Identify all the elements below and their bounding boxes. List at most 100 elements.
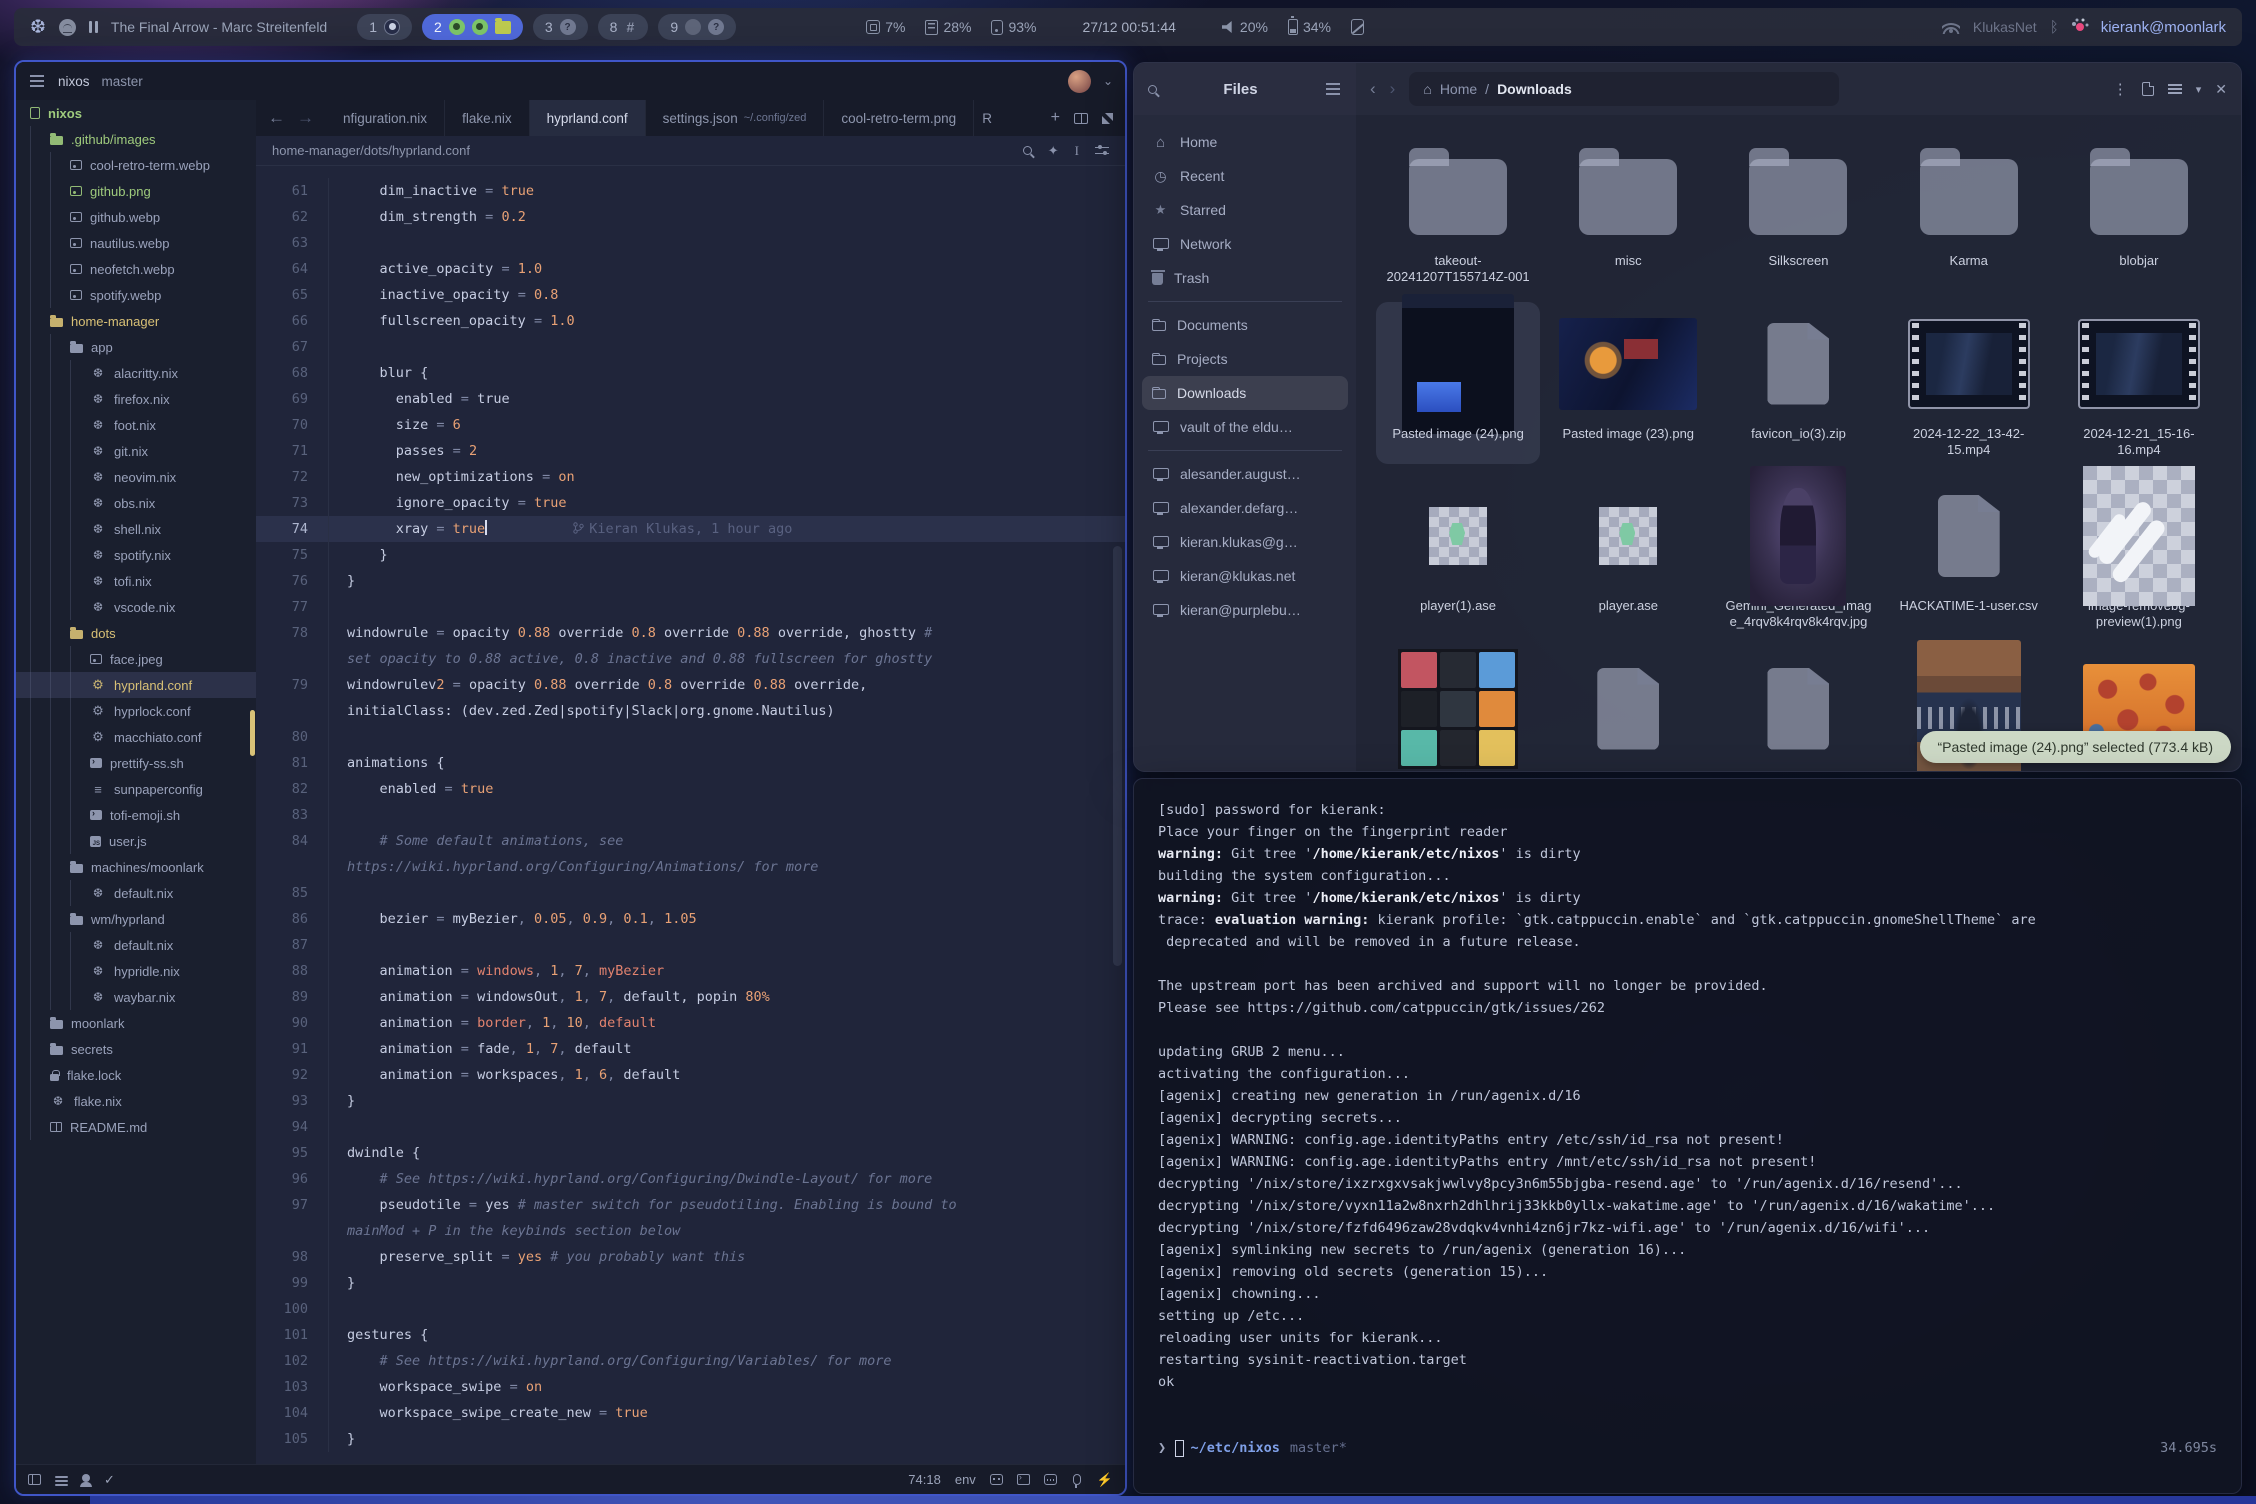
workspace-pill[interactable]: 2 [422,14,523,40]
mic-icon[interactable] [1073,1474,1081,1485]
code-line[interactable]: 90 animation = border, 1, 10, default [256,1010,1125,1036]
tree-item[interactable]: machines/moonlark [16,854,256,880]
more-options-icon[interactable]: ⋮ [2113,80,2128,98]
tree-item[interactable]: sunpaperconfig [16,776,256,802]
file-item[interactable]: 2024-12-21_15-16-16.mp4 [2057,302,2221,465]
code-line[interactable]: 99} [256,1270,1125,1296]
editor-tab[interactable]: hyprland.conf [530,100,646,136]
cursor-select-icon[interactable]: I [1075,143,1079,159]
spotify-icon[interactable] [59,19,76,36]
tree-item[interactable]: cool-retro-term.webp [16,152,256,178]
code-line[interactable]: 77 [256,594,1125,620]
code-line[interactable]: 96 # See https://wiki.hyprland.org/Confi… [256,1166,1125,1192]
code-line[interactable]: 97 pseudotile = yes # master switch for … [256,1192,1125,1218]
file-item[interactable]: misc [1546,129,1710,292]
code-line[interactable]: mainMod + P in the keybinds section belo… [256,1218,1125,1244]
sidebar-item-network[interactable]: Network [1142,227,1348,261]
project-name[interactable]: nixos [58,74,90,89]
sidebar-item-home[interactable]: Home [1142,125,1348,159]
sidebar-item-downloads[interactable]: Downloads [1142,376,1348,410]
file-item[interactable]: HACKATIME-1-user.csv [1887,474,2051,637]
editor-tab[interactable]: cool-retro-term.png [824,100,974,136]
file-item[interactable]: 2024-12-22_13-42-15.mp4 [1887,302,2051,465]
tree-item[interactable]: nautilus.webp [16,230,256,256]
workspace-pill[interactable]: 8# [598,14,649,40]
terminal-window[interactable]: [sudo] password for kierank:Place your f… [1133,778,2242,1494]
code-line[interactable]: 81animations { [256,750,1125,776]
bluetooth-icon[interactable]: ᛒ [2050,19,2059,36]
code-line[interactable]: 91 animation = fade, 1, 7, default [256,1036,1125,1062]
outline-icon[interactable] [55,1476,68,1478]
tree-item[interactable]: spotify.webp [16,282,256,308]
tree-item[interactable]: wm/hyprland [16,906,256,932]
code-line[interactable]: 66 fullscreen_opacity = 1.0 [256,308,1125,334]
file-item[interactable]: favicon_io(3).zip [1716,302,1880,465]
new-folder-icon[interactable] [2142,82,2154,96]
file-item[interactable]: Pasted image (23).png [1546,302,1710,465]
tree-item[interactable]: prettify-ss.sh [16,750,256,776]
tree-item[interactable]: flake.lock [16,1062,256,1088]
editor-tab[interactable]: R [974,100,1000,136]
code-line[interactable]: 85 [256,880,1125,906]
chevron-down-icon[interactable]: ⌄ [1103,74,1113,88]
code-line[interactable]: 82 enabled = true [256,776,1125,802]
wifi-icon[interactable] [1942,21,1960,34]
pause-icon[interactable] [89,21,98,33]
tree-item[interactable]: flake.nix [16,1088,256,1114]
tree-item[interactable]: shell.nix [16,516,256,542]
code-line[interactable]: 105} [256,1426,1125,1452]
code-line[interactable]: 93} [256,1088,1125,1114]
assistant-icon[interactable] [990,1474,1003,1485]
tree-item[interactable]: macchiato.conf [16,724,256,750]
performance-icon[interactable]: ⚡ [1097,1472,1113,1488]
code-line[interactable]: 86 bezier = myBezier, 0.05, 0.9, 0.1, 1.… [256,906,1125,932]
code-line[interactable]: 62 dim_strength = 0.2 [256,204,1125,230]
workspace-pill[interactable]: 3? [533,14,588,40]
tree-item[interactable]: github.png [16,178,256,204]
new-tab-icon[interactable]: + [1051,109,1060,127]
tree-item[interactable]: nixos [16,100,256,126]
code-line[interactable]: 78windowrule = opacity 0.88 override 0.8… [256,620,1125,646]
path-bar[interactable]: ⌂ Home / Downloads [1409,72,1839,106]
terminal-toggle-icon[interactable] [1017,1474,1030,1485]
tree-item[interactable]: tofi.nix [16,568,256,594]
git-branch[interactable]: master [102,74,143,89]
project-panel-toggle-icon[interactable] [28,1474,41,1485]
diagnostics-check-icon[interactable]: ✓ [104,1472,115,1488]
code-line[interactable]: 88 animation = windows, 1, 7, myBezier [256,958,1125,984]
code-line[interactable]: 64 active_opacity = 1.0 [256,256,1125,282]
workspace-pill[interactable]: 9? [658,14,736,40]
tablet-mode-icon[interactable] [1351,19,1364,35]
files-search-icon[interactable] [1148,85,1157,94]
tree-item[interactable]: github.webp [16,204,256,230]
tree-item[interactable]: neovim.nix [16,464,256,490]
tree-item[interactable]: secrets [16,1036,256,1062]
editor-scrollbar[interactable] [1113,546,1122,966]
tree-item[interactable]: app [16,334,256,360]
code-line[interactable]: 104 workspace_swipe_create_new = true [256,1400,1125,1426]
code-line[interactable]: 69 enabled = true [256,386,1125,412]
tree-item[interactable]: obs.nix [16,490,256,516]
list-view-icon[interactable] [2168,84,2182,86]
tree-item[interactable]: git.nix [16,438,256,464]
breadcrumb[interactable]: home-manager/dots/hyprland.conf [272,143,470,158]
files-menu-icon[interactable] [1326,88,1340,90]
nixos-logo-icon[interactable]: ❆ [30,18,46,37]
files-back-icon[interactable]: ‹ [1370,79,1376,99]
tree-item[interactable]: alacritty.nix [16,360,256,386]
file-item[interactable]: ca.crt [1716,647,1880,773]
code-line[interactable]: 87 [256,932,1125,958]
tree-item[interactable]: dots [16,620,256,646]
code-line[interactable]: 65 inactive_opacity = 0.8 [256,282,1125,308]
code-line[interactable]: 98 preserve_split = yes # you probably w… [256,1244,1125,1270]
code-line[interactable]: 75 } [256,542,1125,568]
file-item[interactable]: wrapped.png [1376,647,1540,773]
close-icon[interactable]: ✕ [2215,81,2227,98]
tree-item[interactable]: hyprland.conf [16,672,256,698]
code-line[interactable]: 103 workspace_swipe = on [256,1374,1125,1400]
back-icon[interactable]: ← [268,108,285,128]
sidebar-item-trash[interactable]: Trash [1142,261,1348,295]
ai-assist-icon[interactable]: ✦ [1048,143,1059,159]
code-line[interactable]: 71 passes = 2 [256,438,1125,464]
tree-item[interactable]: hypridle.nix [16,958,256,984]
